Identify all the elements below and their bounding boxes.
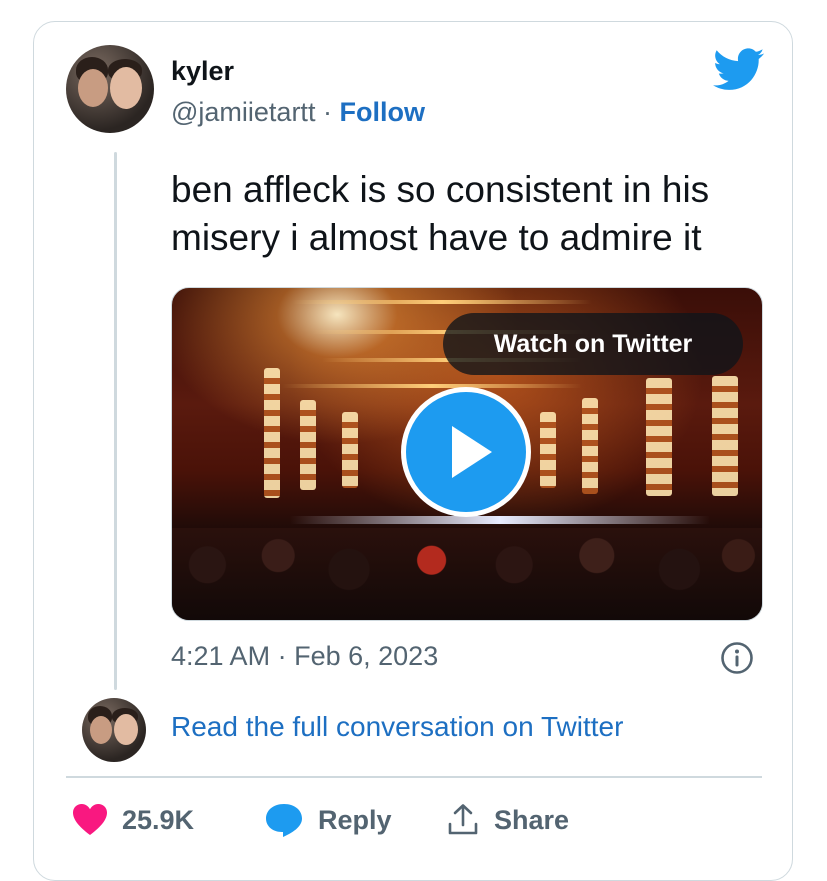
read-full-conversation-link[interactable]: Read the full conversation on Twitter — [171, 711, 623, 743]
timestamp-separator: · — [277, 641, 287, 671]
tweet-timestamp[interactable]: 4:21 AM · Feb 6, 2023 — [171, 641, 438, 672]
tweet-text: ben affleck is so consistent in his mise… — [171, 169, 710, 258]
author-handle[interactable]: @jamiietartt — [171, 97, 315, 127]
share-icon — [448, 804, 478, 835]
twitter-bird-icon[interactable] — [713, 48, 765, 92]
play-icon — [452, 426, 492, 478]
share-button[interactable]: Share — [446, 800, 569, 840]
info-icon[interactable] — [720, 641, 754, 675]
author-name[interactable]: kyler — [171, 56, 234, 87]
reply-label: Reply — [318, 804, 392, 835]
reply-button[interactable]: Reply — [264, 800, 392, 840]
reply-bubble-icon — [266, 804, 302, 837]
thread-line — [114, 152, 117, 690]
stage-pillar — [300, 400, 316, 490]
handle-separator: · — [322, 97, 332, 127]
tweet-time: 4:21 AM — [171, 641, 271, 671]
stage-pillar — [582, 398, 598, 494]
divider — [66, 776, 762, 778]
play-button[interactable] — [401, 387, 531, 517]
tweet-date: Feb 6, 2023 — [294, 641, 439, 671]
stage-pillar — [264, 368, 280, 498]
author-avatar-small[interactable] — [82, 698, 146, 762]
author-avatar[interactable] — [66, 45, 154, 133]
crowd — [172, 528, 762, 620]
watch-on-twitter-button[interactable]: Watch on Twitter — [443, 313, 743, 375]
stage-pillar — [540, 412, 556, 488]
stage-light — [282, 384, 582, 388]
stage-pillar — [712, 376, 738, 496]
stage-light — [292, 300, 592, 304]
follow-button[interactable]: Follow — [339, 97, 424, 127]
like-count: 25.9K — [122, 804, 195, 835]
share-label: Share — [494, 804, 570, 835]
stage-pillar — [646, 378, 672, 496]
stage-floor — [290, 516, 710, 524]
like-button[interactable]: 25.9K — [72, 800, 194, 840]
heart-icon — [73, 804, 107, 835]
stage-pillar — [342, 412, 358, 488]
author-handle-row: @jamiietartt · Follow — [171, 97, 425, 128]
